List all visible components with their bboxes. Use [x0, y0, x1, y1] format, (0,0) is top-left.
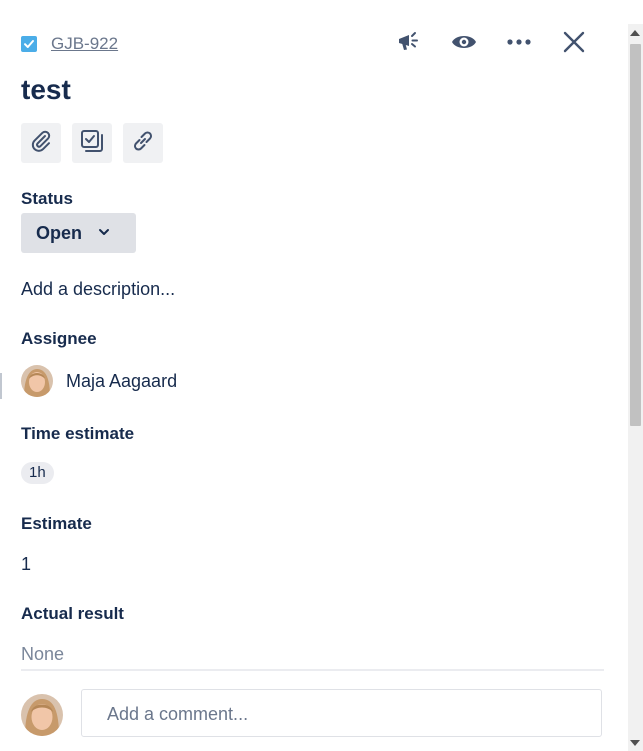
estimate-value[interactable]: 1: [21, 554, 31, 575]
status-value: Open: [36, 222, 83, 243]
feedback-button[interactable]: [381, 30, 436, 58]
more-actions-button[interactable]: [491, 30, 546, 58]
attach-button[interactable]: [21, 123, 61, 163]
link-icon: [130, 128, 156, 159]
scrollbar[interactable]: [628, 24, 643, 751]
issue-key: GJB-922: [21, 32, 118, 56]
status-label: Status: [21, 189, 73, 208]
time-estimate-value[interactable]: 1h: [21, 462, 54, 484]
link-issue-button[interactable]: [123, 123, 163, 163]
scroll-down-arrow-icon[interactable]: [630, 740, 640, 746]
scrollbar-thumb[interactable]: [630, 44, 641, 426]
issue-detail-panel: GJB-922 test Status Open Add a descripti…: [0, 0, 628, 751]
header-actions: [381, 30, 601, 58]
comment-input[interactable]: Add a comment...: [81, 689, 602, 737]
task-checkbox-icon: [21, 36, 37, 52]
avatar: [21, 365, 53, 397]
more-icon: [506, 30, 532, 59]
subtask-icon: [79, 128, 105, 159]
actual-result-value[interactable]: None: [21, 644, 64, 665]
scroll-up-arrow-icon[interactable]: [630, 30, 640, 36]
issue-header: GJB-922: [21, 30, 601, 58]
attachment-icon: [29, 129, 53, 158]
actual-result-label: Actual result: [21, 604, 124, 623]
close-icon: [562, 30, 586, 59]
status-dropdown[interactable]: Open: [21, 213, 136, 253]
divider: [21, 669, 604, 671]
comment-placeholder: Add a comment...: [107, 704, 249, 724]
description-field[interactable]: Add a description...: [21, 279, 175, 300]
assignee-label: Assignee: [21, 329, 97, 348]
add-subtask-button[interactable]: [72, 123, 112, 163]
assignee-field[interactable]: Maja Aagaard: [21, 365, 177, 397]
assignee-name: Maja Aagaard: [66, 370, 178, 391]
time-estimate-label: Time estimate: [21, 424, 135, 443]
issue-toolbar: [21, 123, 163, 163]
close-button[interactable]: [546, 30, 601, 58]
comment-avatar: [21, 694, 63, 736]
eye-icon: [451, 30, 477, 59]
watch-button[interactable]: [436, 30, 491, 58]
issue-key-link[interactable]: GJB-922: [51, 34, 118, 54]
resize-handle[interactable]: [0, 373, 2, 399]
estimate-label: Estimate: [21, 514, 92, 533]
megaphone-icon: [396, 30, 422, 59]
chevron-down-icon: [98, 224, 110, 242]
issue-title[interactable]: test: [21, 74, 71, 106]
